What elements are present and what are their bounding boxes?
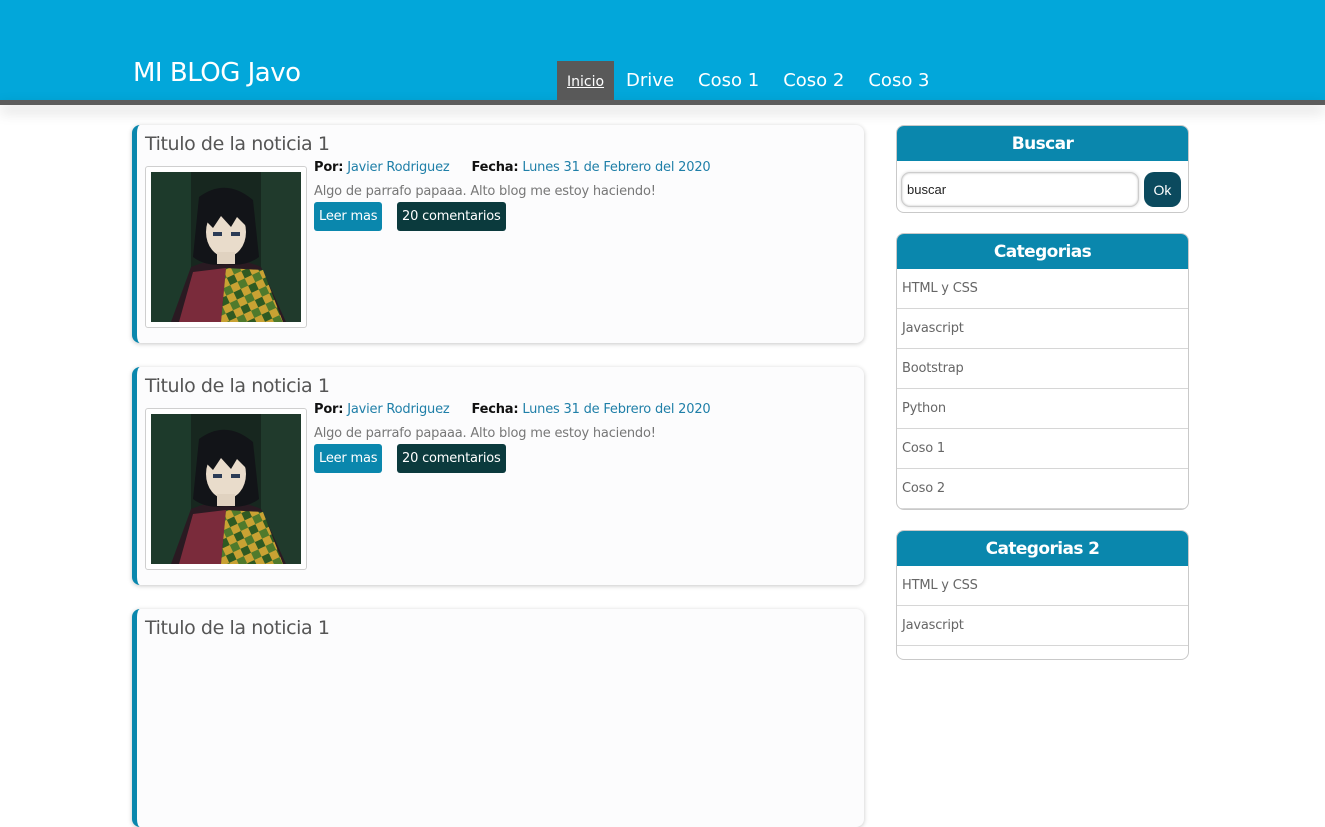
author-label: Por: [314,160,344,175]
author-link[interactable]: Javier Rodriguez [347,402,450,417]
post-meta: Por: Javier Rodriguez Fecha: Lunes 31 de… [314,402,711,417]
category-item[interactable]: HTML y CSS [897,269,1188,309]
post-card: Titulo de la noticia 1 Por: Javier Rodri… [132,367,864,585]
date-link[interactable]: Lunes 31 de Febrero del 2020 [522,160,710,175]
categories-widget-title: Categorias [897,234,1188,269]
read-more-button[interactable]: Leer mas [314,202,383,231]
search-input[interactable] [901,172,1139,207]
post-meta: Por: Javier Rodriguez Fecha: Lunes 31 de… [314,160,711,175]
nav-item-coso-2[interactable]: Coso 2 [771,61,856,100]
post-title[interactable]: Titulo de la noticia 1 [145,375,330,397]
anime-character-image [151,172,301,322]
search-widget-title: Buscar [897,126,1188,161]
category-item[interactable]: Coso 1 [897,429,1188,469]
date-link[interactable]: Lunes 31 de Febrero del 2020 [522,402,710,417]
category-item[interactable]: Coso 2 [897,469,1188,509]
post-thumbnail [145,408,307,570]
post-excerpt: Algo de parrafo papaaa. Alto blog me est… [314,426,656,441]
author-label: Por: [314,402,344,417]
anime-character-image [151,414,301,564]
category-item[interactable]: Python [897,389,1188,429]
nav-item-drive[interactable]: Drive [614,61,686,100]
category-item[interactable]: Javascript [897,606,1188,646]
comments-button[interactable]: 20 comentarios [397,444,506,473]
category-item[interactable]: Bootstrap [897,349,1188,389]
post-card: Titulo de la noticia 1 Por: Javier Rodri… [132,125,864,343]
post-title[interactable]: Titulo de la noticia 1 [145,133,330,155]
comments-button[interactable]: 20 comentarios [397,202,506,231]
date-label: Fecha: [471,160,519,175]
site-title[interactable]: MI BLOG Javo [133,58,301,88]
header-divider [0,100,1325,105]
main-nav: Inicio Drive Coso 1 Coso 2 Coso 3 [557,61,942,100]
category-item[interactable]: Javascript [897,309,1188,349]
read-more-button[interactable]: Leer mas [314,444,383,473]
nav-item-coso-3[interactable]: Coso 3 [856,61,941,100]
nav-item-coso-1[interactable]: Coso 1 [686,61,771,100]
category-item[interactable]: HTML y CSS [897,566,1188,606]
author-link[interactable]: Javier Rodriguez [347,160,450,175]
nav-item-inicio[interactable]: Inicio [557,61,615,100]
date-label: Fecha: [471,402,519,417]
search-ok-button[interactable]: Ok [1144,172,1181,207]
search-row: Ok [897,161,1188,212]
categories-2-widget-title: Categorias 2 [897,531,1188,566]
post-card: Titulo de la noticia 1 [132,609,864,827]
post-thumbnail [145,166,307,328]
post-title[interactable]: Titulo de la noticia 1 [145,617,330,639]
categories-widget: Categorias HTML y CSS Javascript Bootstr… [896,233,1189,510]
categories-2-widget: Categorias 2 HTML y CSS Javascript [896,530,1189,660]
post-excerpt: Algo de parrafo papaaa. Alto blog me est… [314,184,656,199]
search-widget: Buscar Ok [896,125,1189,213]
